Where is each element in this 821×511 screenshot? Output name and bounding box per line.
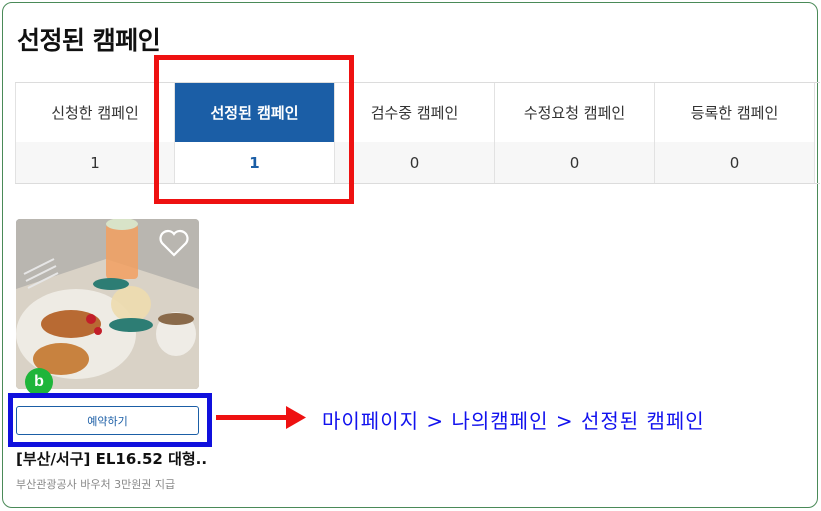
tab-reviewing[interactable]: 검수중 캠페인 0: [335, 83, 495, 183]
campaign-status-tabs: 신청한 캠페인 1 선정된 캠페인 1 검수중 캠페인 0 수정요청 캠페인 0…: [15, 82, 820, 184]
tab-label: 수정요청 캠페인: [495, 83, 654, 143]
tab-count: 0: [335, 142, 494, 183]
tab-count: 1: [175, 142, 334, 183]
tab-label: 등록한 캠페인: [655, 83, 814, 143]
tab-applied[interactable]: 신청한 캠페인 1: [15, 83, 175, 183]
campaign-subtitle: 부산관광공사 바우처 3만원권 지급: [16, 478, 176, 491]
campaign-thumbnail[interactable]: [16, 219, 199, 389]
tab-label: 선정된 캠페인: [175, 83, 334, 143]
navigation-caption: 마이페이지 > 나의캠페인 > 선정된 캠페인: [322, 409, 705, 433]
tab-revision-requested[interactable]: 수정요청 캠페인 0: [495, 83, 655, 183]
tab-label: 신청한 캠페인: [16, 83, 174, 143]
blog-badge-icon: b: [25, 368, 53, 396]
reserve-button[interactable]: 예약하기: [16, 406, 199, 435]
tab-count: 1: [16, 142, 174, 183]
page-title: 선정된 캠페인: [17, 26, 161, 55]
heart-icon[interactable]: [159, 229, 189, 257]
tab-count: 0: [495, 142, 654, 183]
arrow-right-icon: [216, 406, 306, 429]
tab-selected[interactable]: 선정된 캠페인 1: [175, 83, 335, 183]
tab-label: 검수중 캠페인: [335, 83, 494, 143]
tab-registered[interactable]: 등록한 캠페인 0: [655, 83, 815, 183]
tab-count: 0: [655, 142, 814, 183]
campaign-title[interactable]: [부산/서구] EL16.52 대형...: [16, 448, 206, 468]
